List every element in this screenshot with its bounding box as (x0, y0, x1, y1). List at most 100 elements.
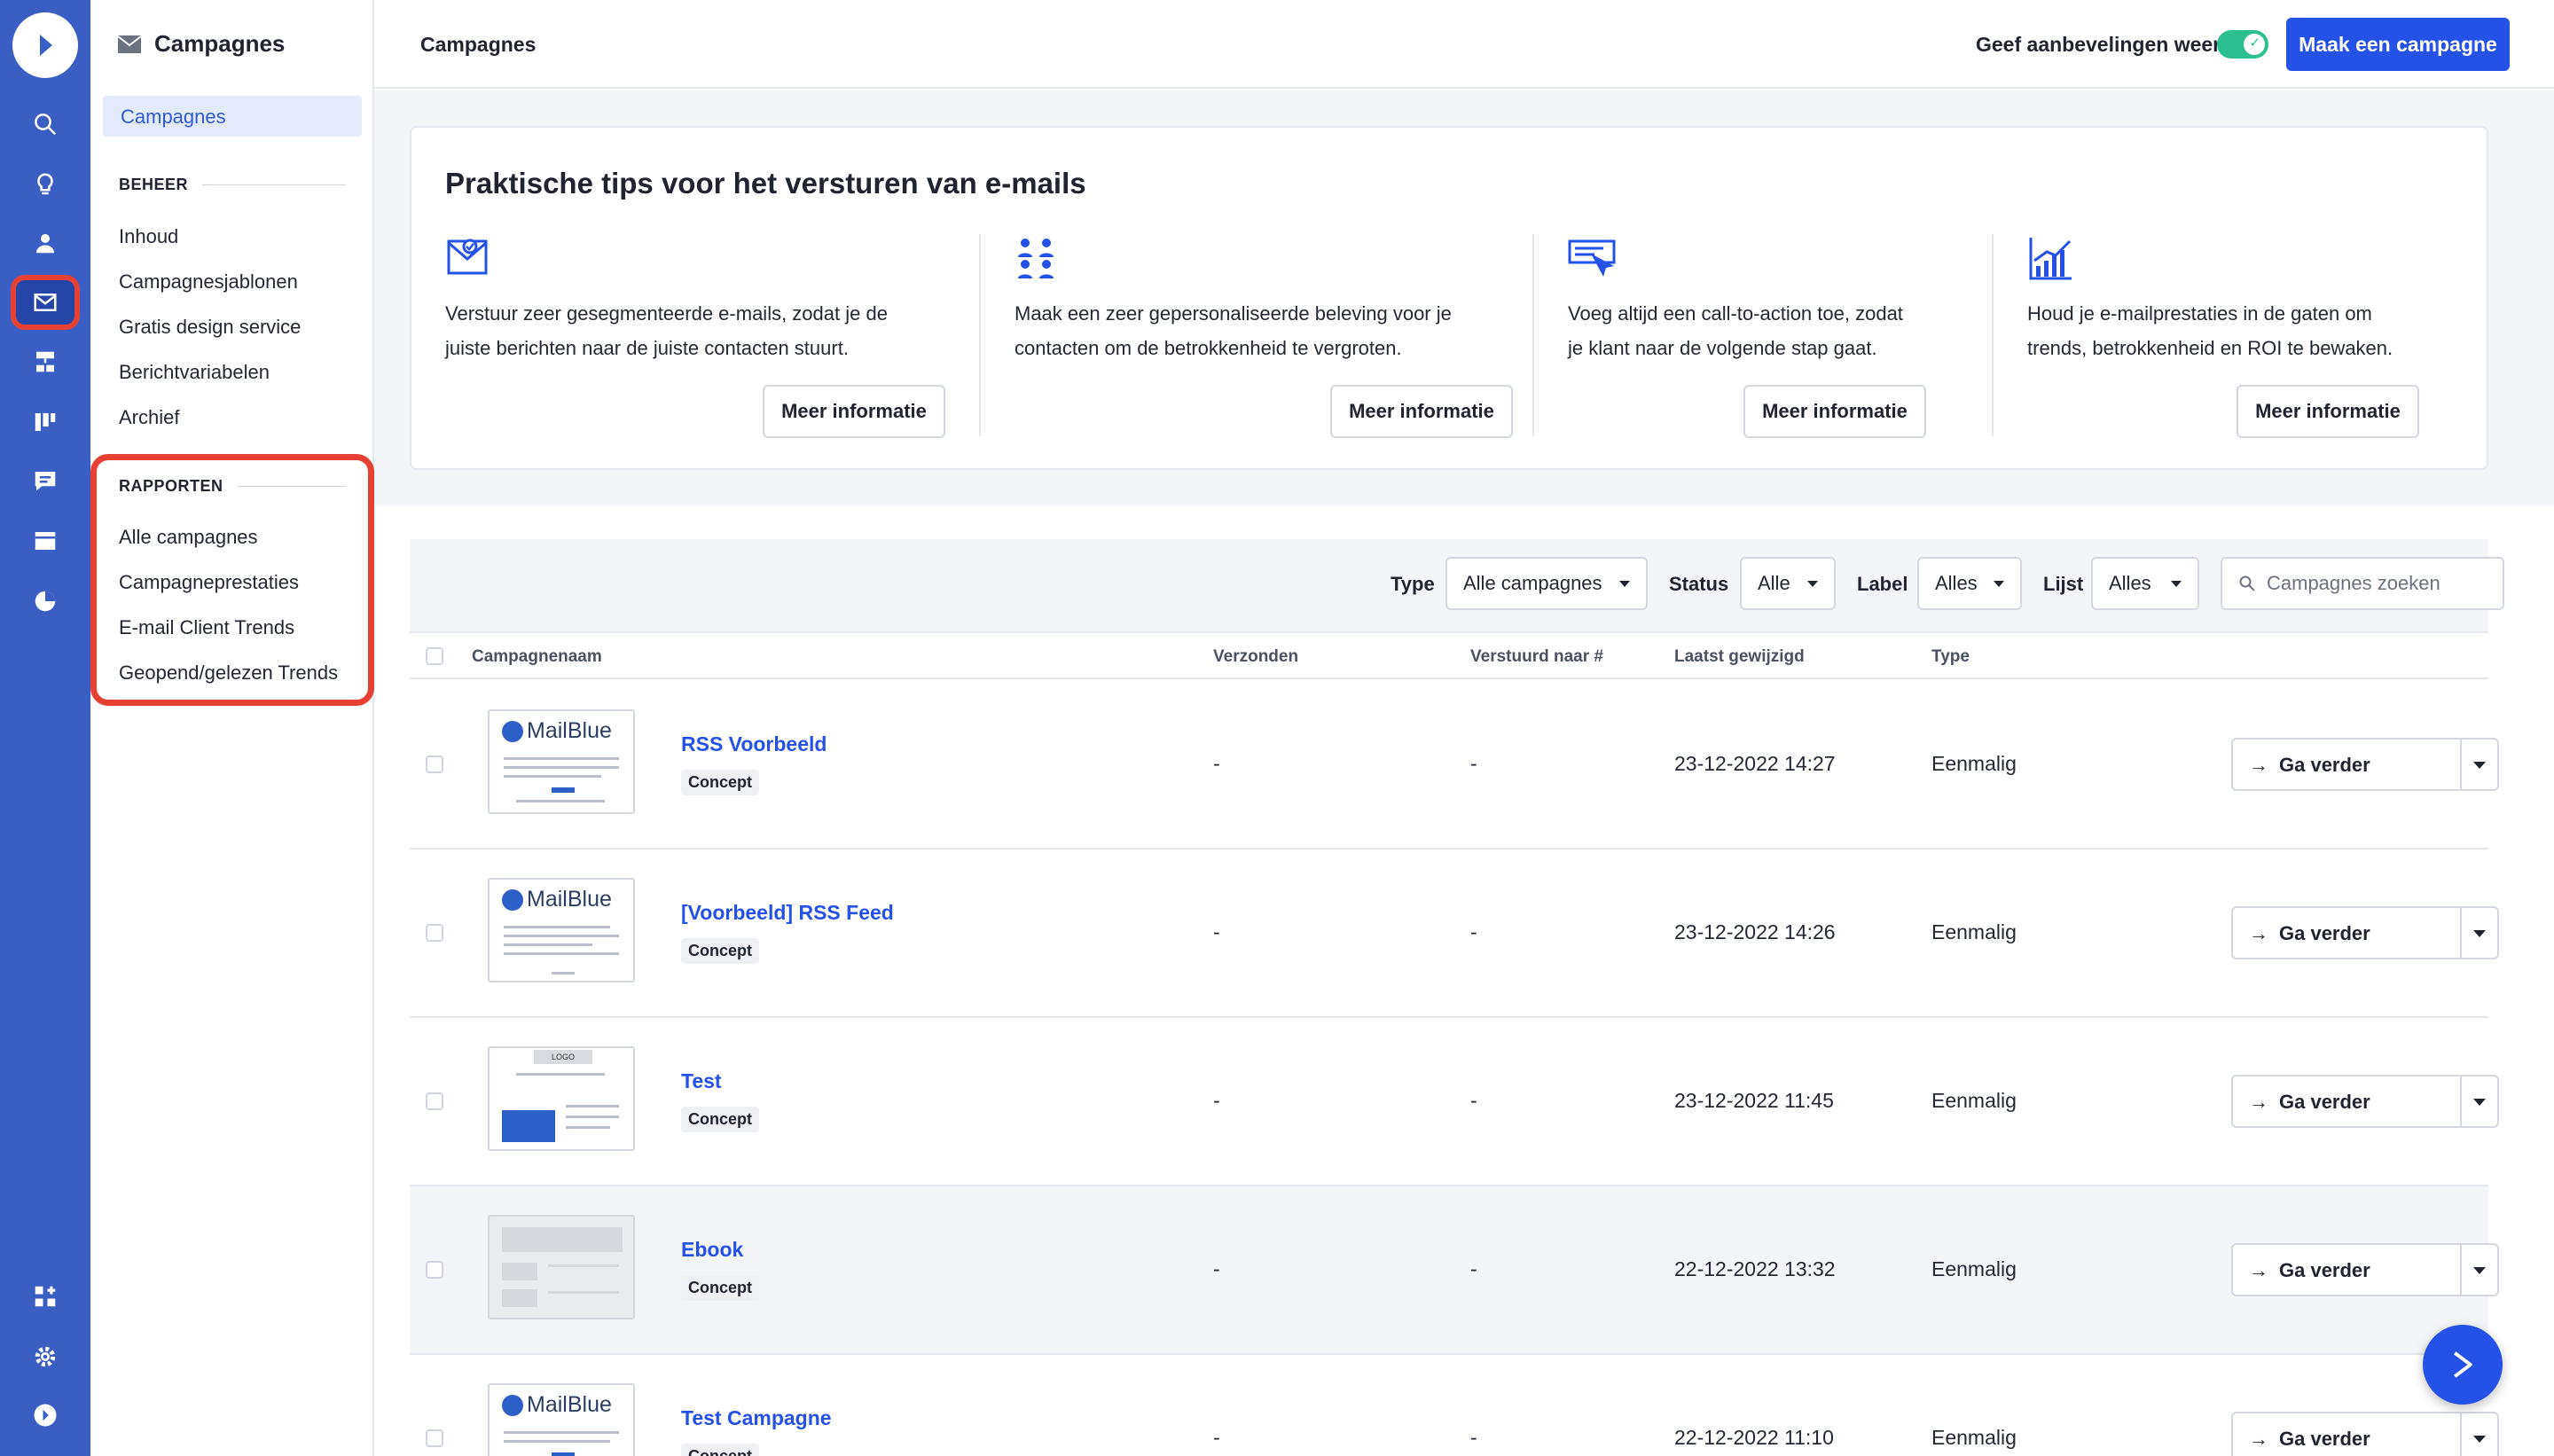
lightbulb-icon[interactable] (0, 160, 90, 209)
search-icon[interactable] (0, 99, 90, 149)
brand-icon (502, 1394, 523, 1416)
divider (1992, 234, 1994, 436)
sent-value: - (1213, 920, 1220, 943)
sidebar-item-campagnesjablonen[interactable]: Campagnesjablonen (119, 270, 298, 294)
website-icon[interactable] (0, 516, 90, 566)
campaign-thumbnail[interactable] (488, 1215, 635, 1319)
table-row[interactable]: LOGO Test Concept - - 23-12-2022 11:45 E… (410, 1018, 2499, 1186)
status-badge: Concept (681, 1275, 759, 1301)
thumbnail-logo: MailBlue (502, 1392, 612, 1418)
brand-icon[interactable] (0, 1390, 90, 1440)
campaign-thumbnail[interactable]: LOGO (488, 1046, 635, 1151)
search-input[interactable]: Campagnes zoeken (2221, 557, 2504, 610)
campaign-name-link[interactable]: Test Campagne (681, 1406, 832, 1430)
table-row[interactable]: MailBlue Test Campagne Concept - - 22-12… (410, 1355, 2499, 1456)
tip-text: Verstuur zeer gesegmenteerde e-mails, zo… (445, 302, 888, 359)
continue-button[interactable]: → Ga verder (2231, 1075, 2499, 1128)
sidebar-item-inhoud[interactable]: Inhoud (119, 225, 178, 248)
sidebar-item-geopend-trends[interactable]: Geopend/gelezen Trends (119, 661, 338, 685)
create-campaign-button[interactable]: Maak een campagne (2286, 18, 2510, 71)
list-filter-label: Lijst (2043, 573, 2084, 595)
campaign-name-link[interactable]: Ebook (681, 1238, 743, 1262)
continue-button[interactable]: → Ga verder (2231, 1412, 2499, 1456)
sidebar-item-alle-campagnes[interactable]: Alle campagnes (119, 526, 258, 549)
continue-button[interactable]: → Ga verder (2231, 738, 2499, 791)
row-checkbox[interactable] (426, 924, 443, 942)
sidebar-item-archief[interactable]: Archief (119, 406, 179, 429)
continue-button[interactable]: → Ga verder (2231, 1243, 2499, 1296)
table-row[interactable]: MailBlue [Voorbeeld] RSS Feed Concept - … (410, 849, 2499, 1018)
divider (2460, 1245, 2462, 1295)
tip-call-to-action: Voeg altijd een call-to-action toe, zoda… (1568, 234, 1994, 456)
mail-icon[interactable] (11, 275, 80, 330)
table-row[interactable]: MailBlue RSS Voorbeeld Concept - - 23-12… (410, 681, 2499, 849)
sidebar-item-email-client-trends[interactable]: E-mail Client Trends (119, 616, 294, 639)
caret-down-icon[interactable] (2473, 1267, 2486, 1274)
label-filter-select[interactable]: Alles (1917, 557, 2022, 610)
sent-value: - (1213, 1257, 1220, 1280)
deals-icon[interactable] (0, 397, 90, 447)
campaign-name-link[interactable]: Test (681, 1069, 722, 1093)
contacts-icon[interactable] (0, 218, 90, 268)
row-checkbox[interactable] (426, 1429, 443, 1447)
reports-icon[interactable] (0, 576, 90, 626)
sidebar-item-campagneprestaties[interactable]: Campagneprestaties (119, 571, 299, 594)
automation-icon[interactable] (0, 337, 90, 387)
caret-down-icon[interactable] (2473, 1099, 2486, 1106)
continue-label: Ga verder (2279, 1259, 2370, 1281)
mail-icon (117, 35, 142, 53)
more-info-button[interactable]: Meer informatie (1330, 385, 1513, 438)
type-filter-select[interactable]: Alle campagnes (1445, 557, 1648, 610)
beheer-heading: BEHEER (119, 176, 346, 194)
column-campaign-name[interactable]: Campagnenaam (472, 647, 602, 667)
column-last-modified[interactable]: Laatst gewijzigd (1674, 647, 1805, 667)
more-info-button[interactable]: Meer informatie (1743, 385, 1926, 438)
more-info-button[interactable]: Meer informatie (2237, 385, 2419, 438)
campaign-name-link[interactable]: [Voorbeeld] RSS Feed (681, 901, 894, 925)
caret-down-icon[interactable] (2473, 1436, 2486, 1443)
caret-down-icon[interactable] (2473, 930, 2486, 937)
campaign-thumbnail[interactable]: MailBlue (488, 878, 635, 982)
arrow-right-icon: → (2249, 1259, 2268, 1281)
tip-segmentation: Verstuur zeer gesegmenteerde e-mails, zo… (445, 234, 945, 456)
list-filter-select[interactable]: Alles (2091, 557, 2199, 610)
assistant-button[interactable] (2423, 1325, 2503, 1405)
settings-icon[interactable] (0, 1332, 90, 1382)
apps-icon[interactable] (0, 1272, 90, 1321)
caret-down-icon (1619, 580, 1630, 587)
conversations-icon[interactable] (0, 456, 90, 505)
rapporten-heading: RAPPORTEN (119, 477, 346, 496)
more-info-button[interactable]: Meer informatie (763, 385, 945, 438)
thumbnail-logo: MailBlue (502, 718, 612, 744)
sent-to-value: - (1470, 1089, 1477, 1112)
tips-title: Praktische tips voor het versturen van e… (445, 167, 1086, 200)
row-checkbox[interactable] (426, 755, 443, 773)
chevron-right-icon (2454, 1351, 2472, 1378)
sidebar-item-campagnes[interactable]: Campagnes (103, 96, 362, 137)
arrow-right-icon: → (2249, 1091, 2268, 1113)
row-checkbox[interactable] (426, 1092, 443, 1110)
continue-label: Ga verder (2279, 922, 2370, 944)
top-bar: Campagnes Geef aanbevelingen weer ✓ Maak… (374, 0, 2554, 89)
campaign-name-link[interactable]: RSS Voorbeeld (681, 732, 827, 756)
table-row[interactable]: Ebook Concept - - 22-12-2022 13:32 Eenma… (410, 1186, 2499, 1355)
caret-down-icon[interactable] (2473, 762, 2486, 769)
label-filter-value: Alles (1935, 572, 1978, 594)
row-checkbox[interactable] (426, 1261, 443, 1279)
campaign-thumbnail[interactable]: MailBlue (488, 709, 635, 814)
campaign-thumbnail[interactable]: MailBlue (488, 1383, 635, 1456)
logo-icon[interactable] (12, 12, 78, 78)
sidebar-item-berichtvariabelen[interactable]: Berichtvariabelen (119, 361, 270, 384)
column-sent-to[interactable]: Verstuurd naar # (1470, 647, 1603, 667)
recommendations-label: Geef aanbevelingen weer (1976, 33, 2221, 56)
segmented-mail-icon (447, 239, 488, 275)
column-sent[interactable]: Verzonden (1213, 647, 1298, 667)
sidebar-item-design-service[interactable]: Gratis design service (119, 316, 301, 339)
status-filter-select[interactable]: Alle (1740, 557, 1836, 610)
type-value: Eenmalig (1931, 1089, 2017, 1112)
select-all-checkbox[interactable] (426, 647, 443, 665)
column-type[interactable]: Type (1931, 647, 1970, 667)
main-content: Campagnes Geef aanbevelingen weer ✓ Maak… (374, 0, 2554, 1456)
recommendations-toggle[interactable]: ✓ (2217, 30, 2268, 59)
continue-button[interactable]: → Ga verder (2231, 906, 2499, 959)
